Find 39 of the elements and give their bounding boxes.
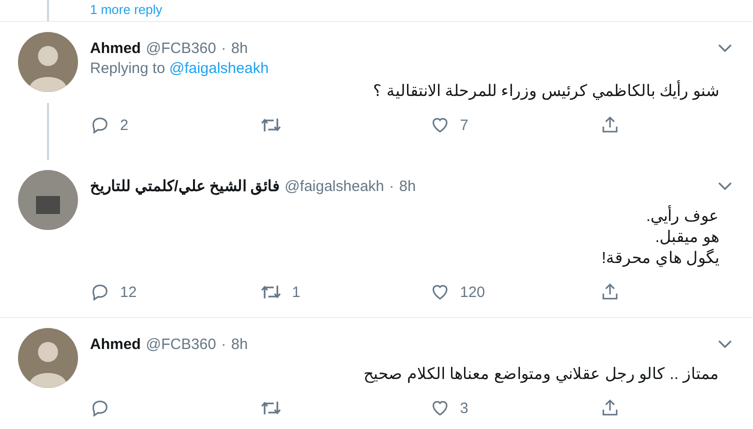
separator-dot: · (389, 178, 394, 194)
display-name[interactable]: Ahmed (90, 336, 141, 352)
retweet-count: 1 (292, 284, 300, 300)
avatar-silhouette[interactable] (18, 32, 78, 92)
reply-icon[interactable] (90, 282, 110, 302)
reply-count: 12 (120, 284, 137, 300)
reply-icon[interactable] (90, 115, 110, 135)
tweet-text: عوف رأيي. (90, 206, 719, 227)
tweet-text: هو ميقبل. (654, 228, 719, 248)
avatar-silhouette[interactable] (18, 328, 78, 388)
separator-dot: · (221, 336, 226, 352)
timestamp: 8h (231, 40, 248, 56)
share-icon[interactable] (600, 398, 620, 418)
like-count: 7 (460, 116, 468, 134)
chevron-down-icon[interactable] (717, 180, 733, 190)
separator-dot: · (221, 40, 226, 56)
heart-icon[interactable] (430, 282, 450, 302)
replying-to-label: Replying to (90, 60, 166, 77)
tweet-text: يگول هاي محرقة! (600, 248, 719, 269)
chevron-down-icon[interactable] (717, 42, 733, 52)
share-icon[interactable] (600, 282, 620, 302)
share-icon[interactable] (600, 115, 620, 135)
user-handle: @FCB360 (146, 336, 216, 352)
avatar-photo-placeholder[interactable] (18, 170, 78, 230)
reply-count: 2 (120, 116, 128, 134)
timestamp: 8h (231, 336, 248, 352)
heart-icon[interactable] (430, 115, 450, 135)
chevron-down-icon[interactable] (717, 338, 733, 348)
like-count: 120 (460, 284, 486, 300)
display-name[interactable]: Ahmed (90, 40, 141, 56)
like-count: 3 (460, 400, 468, 416)
user-handle: @FCB360 (146, 40, 216, 56)
reply-icon[interactable] (90, 398, 110, 418)
tweet-text: ممتاز .. كالو رجل عقلاني ومتواضع معناها الكلام صحيح (362, 365, 719, 385)
timestamp: 8h (399, 178, 416, 194)
user-handle: @faigalsheakh (284, 178, 384, 194)
display-name[interactable]: فائق الشيخ علي/كلمتي للتاريخ (90, 177, 280, 195)
heart-icon[interactable] (430, 398, 450, 418)
tweet-text: شنو رأيك بالكاظمي كرئيس وزراء للمرحلة الانتقالية ؟ (90, 81, 719, 102)
